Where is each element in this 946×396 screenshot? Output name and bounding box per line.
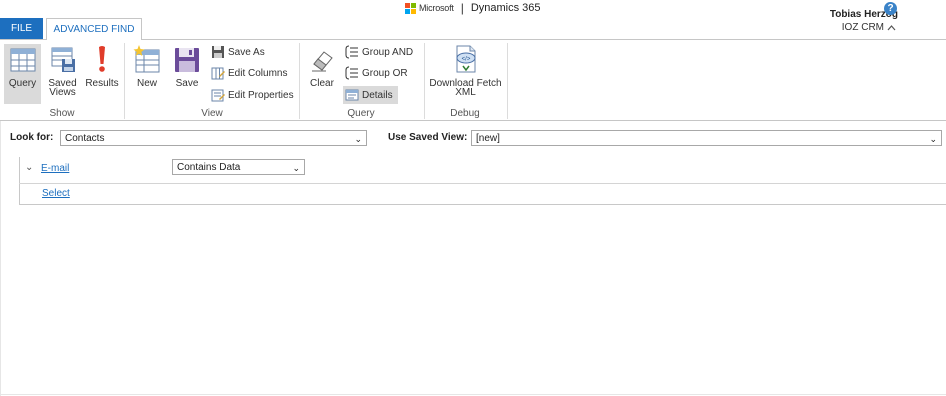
tab-file[interactable]: FILE [0,18,43,40]
download-fetch-xml-button[interactable]: </> Download Fetch XML [428,44,503,104]
group-label-view: View [201,108,223,119]
results-button[interactable]: Results [84,44,120,104]
saved-views-label: Saved Views [48,78,77,98]
chevron-down-icon: ⌄ [292,163,300,173]
edit-columns-icon [211,66,225,80]
saved-view-value: [new] [476,133,500,144]
group-separator [424,43,425,119]
new-label: New [136,78,157,89]
edit-properties-icon [211,88,225,102]
fetch-xml-icon: </> [452,44,480,74]
chevron-down-icon: ⌄ [354,134,362,144]
saved-views-button[interactable]: Saved Views [44,44,81,104]
edit-properties-button[interactable]: Edit Properties [211,86,294,104]
group-label-debug: Debug [450,108,480,119]
condition-divider [19,183,946,184]
chevron-down-icon: ⌄ [929,134,937,144]
ribbon-divider [0,120,946,121]
org-name: IOZ CRM [841,22,884,33]
clear-label: Clear [310,78,334,89]
content-border [0,121,1,396]
top-bar: Microsoft | Dynamics 365 Tobias Herzog I… [0,0,946,40]
product-name[interactable]: Dynamics 365 [471,2,541,14]
select-field-link[interactable]: Select [42,188,70,199]
org-switcher[interactable]: IOZ CRM [842,22,896,33]
brand-separator: | [460,1,464,15]
save-icon [173,44,201,74]
query-button[interactable]: Query [4,44,41,104]
new-icon [133,44,161,74]
content-bottom-border [0,394,946,395]
details-button[interactable]: Details [343,86,398,104]
save-as-button[interactable]: Save As [211,43,265,61]
condition-area [19,157,946,205]
group-label-show: Show [49,108,75,119]
edit-columns-button[interactable]: Edit Columns [211,64,287,82]
group-and-button[interactable]: Group AND [345,43,413,61]
help-icon[interactable]: ? [884,2,897,15]
save-as-label: Save As [228,46,265,58]
details-icon [345,88,359,102]
query-button-label: Query [8,78,37,89]
edit-columns-label: Edit Columns [228,67,288,79]
group-or-icon [345,66,359,80]
saved-view-select[interactable]: [new] ⌄ [471,130,942,146]
condition-operator-value: Contains Data [177,162,241,173]
group-and-label: Group AND [362,46,414,58]
microsoft-logo-icon [405,2,416,14]
clear-button[interactable]: Clear [304,44,340,104]
eraser-icon [308,44,336,74]
save-label: Save [175,78,199,89]
save-as-icon [211,45,225,59]
group-label-query: Query [347,108,375,119]
chevron-down-icon[interactable]: ⌄ [25,162,33,173]
chevron-up-icon [887,25,896,31]
group-or-button[interactable]: Group OR [345,64,408,82]
look-for-value: Contacts [65,133,105,144]
saved-views-icon [49,44,77,74]
tab-advanced-find[interactable]: ADVANCED FIND [46,18,142,40]
use-saved-view-label: Use Saved View: [388,132,468,143]
edit-properties-label: Edit Properties [228,89,294,101]
look-for-label: Look for: [10,132,54,143]
look-for-select[interactable]: Contacts ⌄ [60,130,367,146]
ribbon: Query Saved Views Results Show New Save … [0,40,946,120]
group-or-label: Group OR [362,67,408,79]
save-button[interactable]: Save [168,44,206,104]
group-separator [507,43,508,119]
condition-operator-select[interactable]: Contains Data ⌄ [172,159,305,175]
brand: Microsoft | Dynamics 365 [405,1,541,15]
download-fetch-xml-label: Download Fetch XML [429,78,502,98]
details-label: Details [362,89,393,101]
microsoft-label: Microsoft [419,3,454,13]
new-button[interactable]: New [128,44,166,104]
group-separator [124,43,125,119]
svg-text:</>: </> [461,57,470,63]
results-label: Results [85,78,119,89]
results-icon [88,44,116,74]
condition-field-link[interactable]: E-mail [41,163,69,174]
query-icon [9,44,37,74]
group-and-icon [345,45,359,59]
